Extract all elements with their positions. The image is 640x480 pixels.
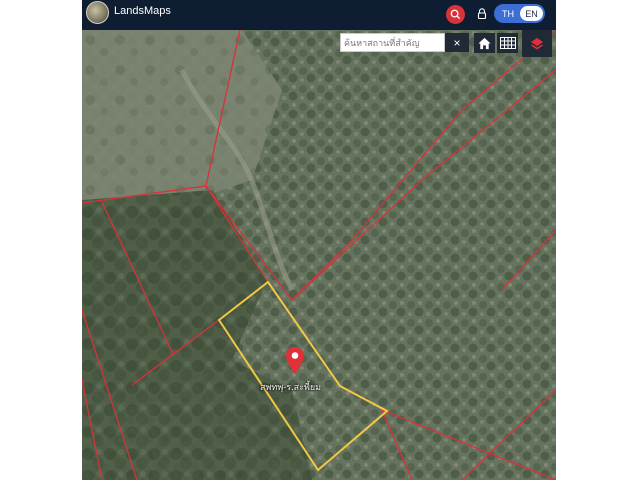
location-pin-icon[interactable] (285, 346, 305, 376)
close-icon: × (453, 35, 461, 50)
search-button[interactable] (446, 5, 465, 24)
app-frame: LandsMaps TH EN × (82, 0, 556, 480)
home-button[interactable] (474, 33, 495, 53)
grid-button[interactable] (497, 33, 518, 53)
lock-icon[interactable] (475, 7, 489, 21)
parcel-label: สพทพุ-ร.สะพี้ยม (260, 382, 322, 392)
layers-icon (531, 37, 543, 49)
search-icon (450, 9, 461, 20)
home-icon (478, 37, 491, 49)
place-search-input[interactable] (340, 33, 445, 52)
top-bar: LandsMaps TH EN (82, 0, 556, 30)
language-toggle[interactable]: TH EN (494, 4, 545, 23)
layers-button[interactable] (522, 30, 552, 57)
lang-en-option[interactable]: EN (520, 6, 543, 21)
clear-search-button[interactable]: × (445, 33, 469, 52)
lang-th-option[interactable]: TH (496, 6, 520, 21)
logo-icon[interactable] (86, 1, 109, 24)
app-title: LandsMaps (114, 5, 171, 17)
grid-icon (499, 37, 516, 49)
map-canvas[interactable] (82, 30, 556, 480)
